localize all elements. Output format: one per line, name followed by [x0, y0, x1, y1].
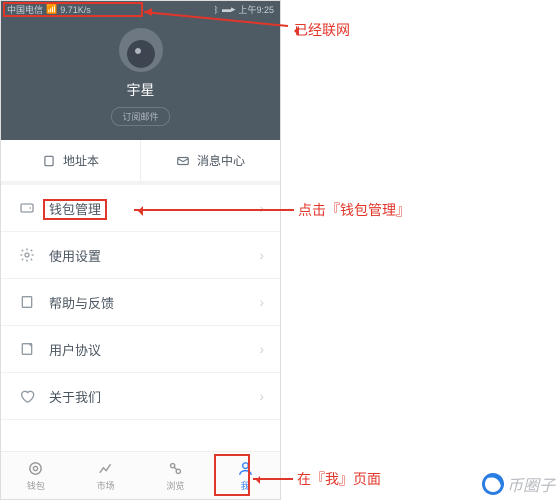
- coin-icon: [27, 460, 44, 477]
- chart-icon: [97, 460, 114, 477]
- address-book-button[interactable]: 地址本: [1, 140, 141, 181]
- chevron-right-icon: ›: [259, 247, 264, 263]
- app-screen: 中国电信 📶 9.71K/s ᛒ ▬▸ 上午9:25 宇星 订阅邮件 地址本: [0, 0, 281, 500]
- annotation-networked: 已经联网: [290, 20, 350, 40]
- help-feedback-label: 帮助与反馈: [49, 293, 259, 312]
- battery-icon: ▬▸: [222, 4, 236, 15]
- tab-wallet-label: 钱包: [27, 479, 45, 492]
- bookmark-icon: [42, 154, 56, 168]
- usage-settings-label: 使用设置: [49, 246, 259, 265]
- menu-help-feedback[interactable]: 帮助与反馈 ›: [1, 279, 280, 326]
- chevron-right-icon: ›: [259, 294, 264, 310]
- menu-user-agreement[interactable]: 用户协议 ›: [1, 326, 280, 373]
- mail-icon: [176, 154, 190, 168]
- annotation-me-text: 在『我』页面: [297, 469, 381, 489]
- wallet-mgmt-label: 钱包管理: [43, 199, 107, 220]
- watermark: 币圈子: [482, 472, 555, 496]
- user-agreement-label: 用户协议: [49, 340, 259, 359]
- address-book-label: 地址本: [63, 152, 99, 169]
- username: 宇星: [127, 80, 155, 100]
- menu-about-us[interactable]: 关于我们 ›: [1, 373, 280, 420]
- message-center-button[interactable]: 消息中心: [141, 140, 280, 181]
- quick-row: 地址本 消息中心: [1, 140, 280, 185]
- net-speed: 9.71K/s: [60, 5, 91, 15]
- status-bar: 中国电信 📶 9.71K/s ᛒ ▬▸ 上午9:25: [1, 1, 280, 18]
- watermark-icon: [480, 471, 507, 498]
- signal-icon: 📶: [46, 4, 57, 15]
- browse-icon: [167, 460, 184, 477]
- clock-text: 上午9:25: [238, 3, 274, 16]
- menu-wallet-management[interactable]: 钱包管理 ›: [1, 185, 280, 232]
- menu-usage-settings[interactable]: 使用设置 ›: [1, 232, 280, 279]
- tab-wallet[interactable]: 钱包: [1, 452, 71, 499]
- bluetooth-icon: ᛒ: [214, 5, 219, 15]
- watermark-text: 币圈子: [507, 472, 555, 496]
- wallet-icon: [19, 200, 35, 216]
- heart-icon: [19, 388, 35, 404]
- profile-header: 宇星 订阅邮件: [1, 18, 280, 140]
- chevron-right-icon: ›: [259, 200, 264, 216]
- menu-list: 钱包管理 › 使用设置 › 帮助与反馈 › 用户协议 ›: [1, 185, 280, 451]
- tab-bar: 钱包 市场 浏览 我: [1, 451, 280, 499]
- carrier-text: 中国电信: [7, 3, 43, 16]
- tab-browse-label: 浏览: [166, 479, 184, 492]
- annotation-wallet-text: 点击『钱包管理』: [298, 200, 410, 220]
- gear-icon: [19, 247, 35, 263]
- tab-browse[interactable]: 浏览: [141, 452, 211, 499]
- chevron-right-icon: ›: [259, 341, 264, 357]
- about-us-label: 关于我们: [49, 387, 259, 406]
- tab-market-label: 市场: [97, 479, 115, 492]
- annotation-networked-text: 已经联网: [294, 20, 350, 40]
- avatar[interactable]: [119, 28, 163, 72]
- chevron-right-icon: ›: [259, 388, 264, 404]
- help-icon: [19, 294, 35, 310]
- message-center-label: 消息中心: [197, 152, 245, 169]
- document-icon: [19, 341, 35, 357]
- tab-me[interactable]: 我: [210, 452, 280, 499]
- person-icon: [237, 460, 254, 477]
- subscribe-button[interactable]: 订阅邮件: [111, 107, 169, 126]
- tab-me-label: 我: [241, 479, 250, 492]
- tab-market[interactable]: 市场: [71, 452, 141, 499]
